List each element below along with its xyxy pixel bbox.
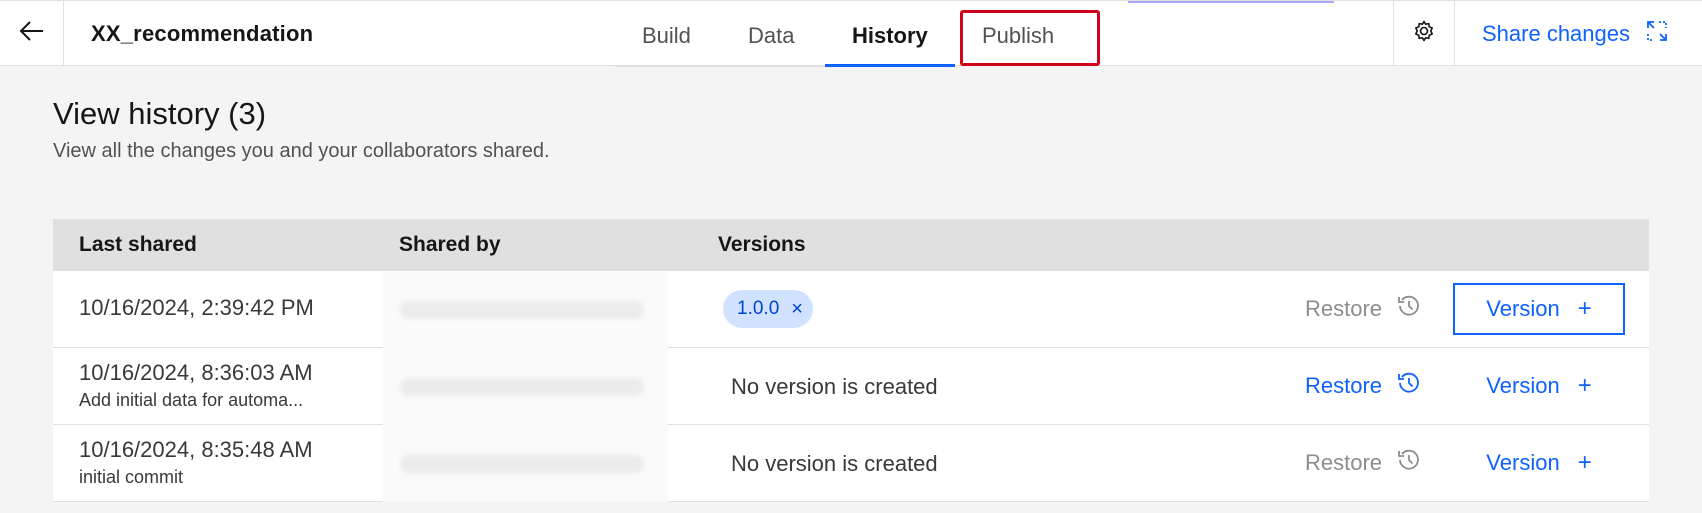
restore-label: Restore	[1305, 296, 1383, 321]
row-date-block: 10/16/2024, 8:36:03 AM Add initial data …	[79, 360, 313, 411]
add-version-button[interactable]: Version +	[1453, 437, 1625, 489]
share-changes-label: Share changes	[1482, 21, 1630, 46]
share-changes-button[interactable]: Share changes	[1482, 1, 1670, 67]
table-header: Last shared Shared by Versions	[53, 219, 1649, 271]
restore-button[interactable]: Restore	[1305, 293, 1422, 325]
version-button-label: Version	[1486, 373, 1560, 398]
history-icon	[1382, 447, 1422, 479]
history-icon	[1382, 293, 1422, 325]
history-icon	[1382, 370, 1422, 402]
plus-icon: +	[1577, 372, 1592, 399]
restore-label: Restore	[1305, 450, 1383, 475]
plus-icon: +	[1577, 449, 1592, 476]
top-header: XX_recommendation Build Data History Pub…	[0, 0, 1702, 67]
table-row: 10/16/2024, 2:39:42 PM 1.0.0 × Restore V…	[53, 271, 1649, 348]
back-button[interactable]	[0, 1, 64, 66]
share-sync-icon	[1630, 18, 1670, 50]
restore-label: Restore	[1305, 373, 1383, 398]
gear-icon	[1412, 19, 1436, 48]
add-version-button[interactable]: Version +	[1453, 360, 1625, 412]
plus-icon: +	[1577, 295, 1592, 322]
arrow-left-icon	[19, 20, 45, 47]
version-button-label: Version	[1486, 296, 1560, 321]
column-header-last-shared: Last shared	[79, 233, 197, 256]
column-header-shared-by: Shared by	[399, 233, 501, 256]
version-button-label: Version	[1486, 450, 1560, 475]
tab-data[interactable]: Data	[721, 1, 825, 67]
table-row: 10/16/2024, 8:36:03 AM Add initial data …	[53, 348, 1649, 425]
version-tag: 1.0.0 ×	[723, 290, 813, 328]
header-accent-line	[1128, 1, 1334, 3]
row-date: 10/16/2024, 8:35:48 AM	[79, 437, 313, 462]
shared-by-redacted	[400, 455, 644, 473]
close-icon[interactable]: ×	[791, 298, 803, 321]
restore-button[interactable]: Restore	[1305, 447, 1422, 479]
table-row: 10/16/2024, 8:35:48 AM initial commit No…	[53, 425, 1649, 502]
shared-by-redacted	[400, 301, 644, 319]
row-date-block: 10/16/2024, 8:35:48 AM initial commit	[79, 437, 313, 488]
version-tag-label: 1.0.0	[737, 298, 780, 319]
page-subtitle: View all the changes you and your collab…	[53, 140, 550, 162]
shared-by-redacted	[400, 378, 644, 396]
tab-bar: Build Data History Publish	[615, 1, 1095, 67]
tab-build[interactable]: Build	[615, 1, 721, 67]
row-date: 10/16/2024, 8:36:03 AM	[79, 360, 313, 385]
row-note: Add initial data for automa...	[79, 390, 304, 410]
row-note: initial commit	[79, 467, 184, 487]
page-title: View history (3)	[53, 96, 267, 131]
column-header-versions: Versions	[718, 233, 806, 256]
settings-button[interactable]	[1393, 1, 1455, 66]
tab-history[interactable]: History	[825, 1, 955, 67]
no-version-text: No version is created	[731, 451, 938, 476]
no-version-text: No version is created	[731, 374, 938, 399]
row-date: 10/16/2024, 2:39:42 PM	[79, 295, 314, 320]
add-version-button[interactable]: Version +	[1453, 283, 1625, 335]
app-title: XX_recommendation	[91, 21, 314, 46]
tab-publish[interactable]: Publish	[955, 1, 1095, 67]
history-table: Last shared Shared by Versions 10/16/202…	[53, 219, 1649, 502]
restore-button[interactable]: Restore	[1305, 370, 1422, 402]
